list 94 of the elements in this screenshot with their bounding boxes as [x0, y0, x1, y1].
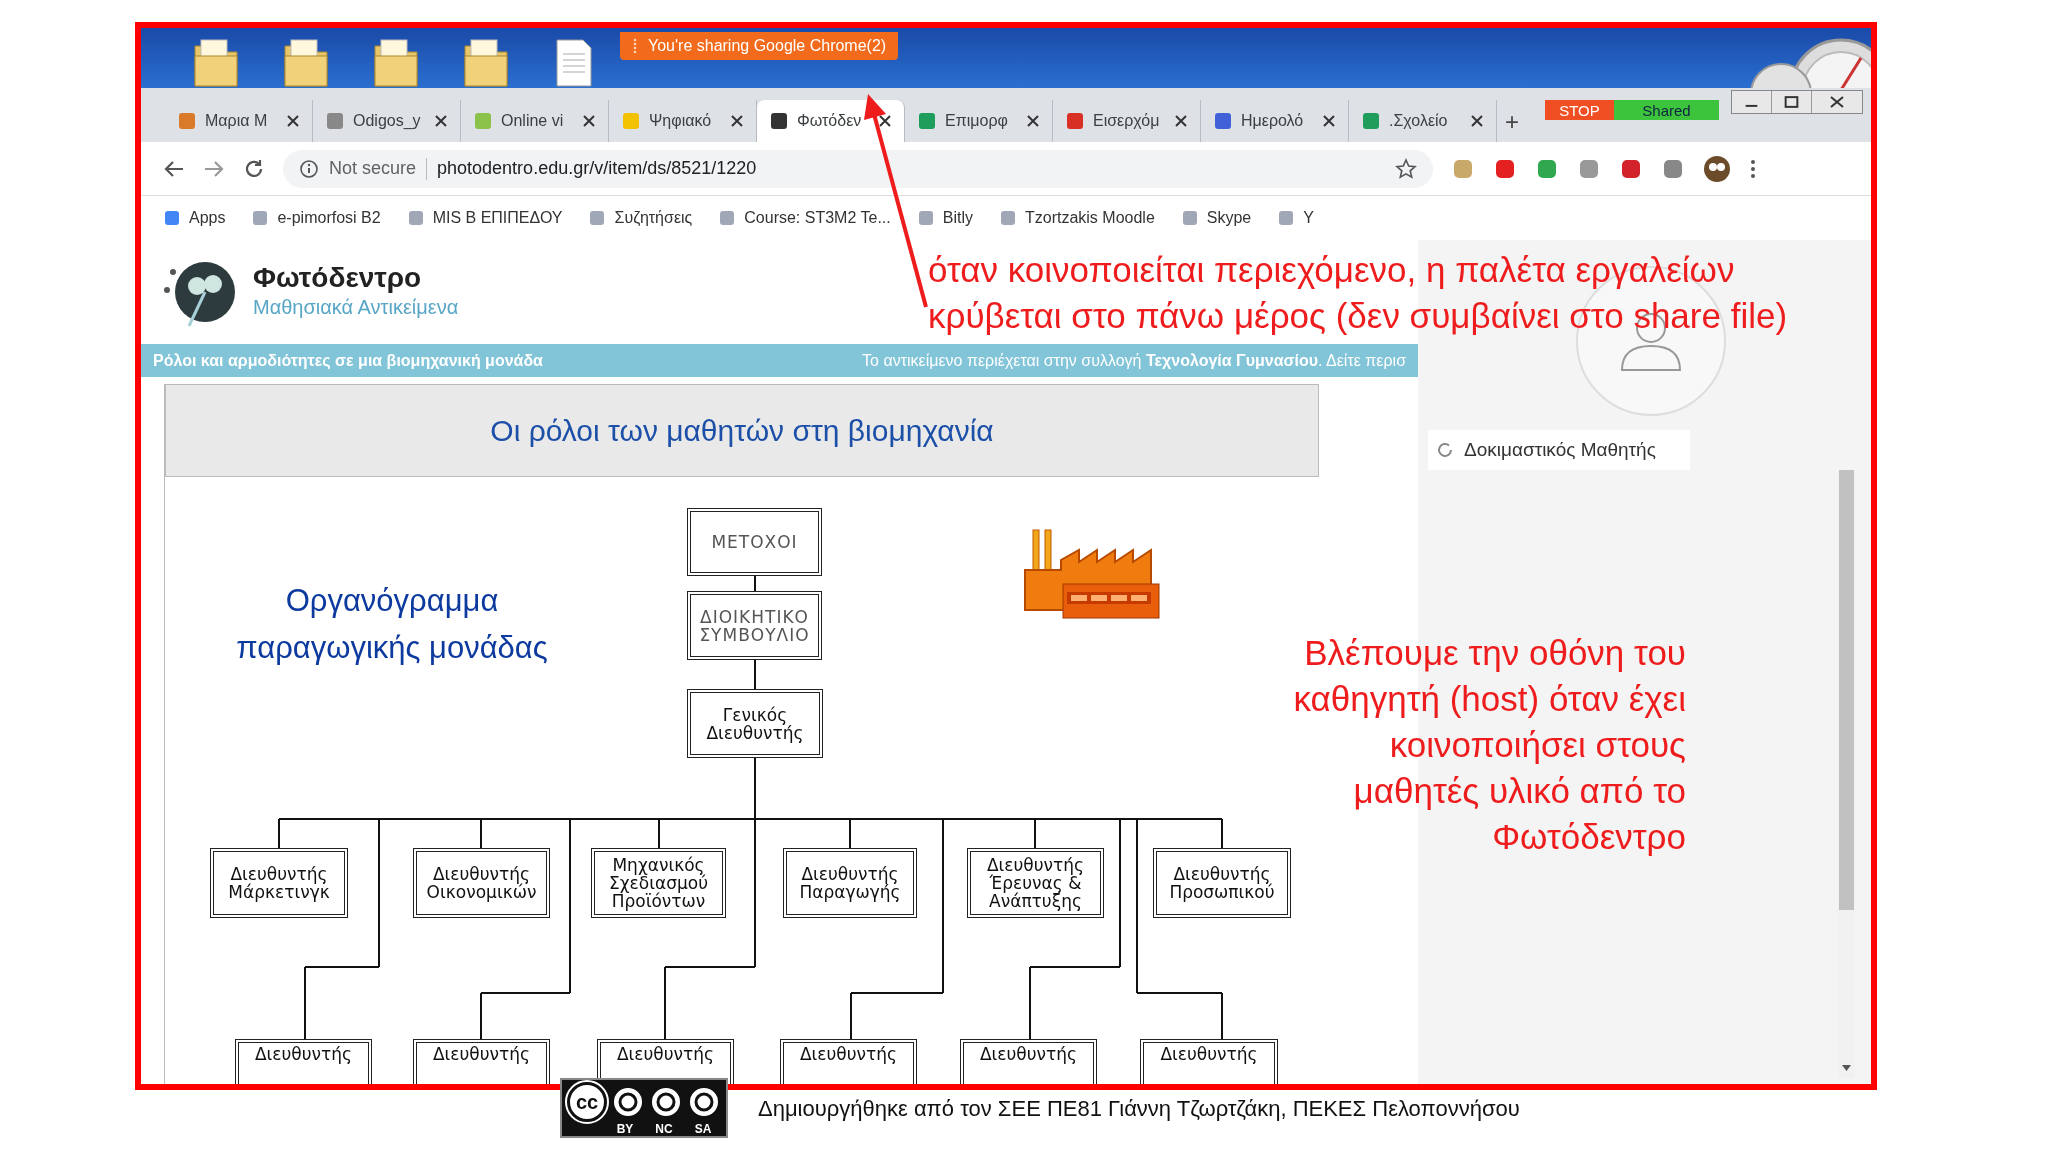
- folder-icon[interactable]: [461, 36, 511, 88]
- sharing-banner-text: You're sharing Google Chrome(2): [648, 36, 887, 56]
- license-label: NC: [655, 1122, 673, 1136]
- tab-favicon-icon: [177, 111, 197, 131]
- credit-text: Δημιουργήθηκε από τον ΣΕΕ ΠΕ81 Γιάννη Τζωρτζάκη, ΠΕΚΕΣ Πελοποννήσου: [758, 1094, 1520, 1123]
- tab-title: Μαρια Μ: [205, 111, 269, 131]
- security-label: Not secure: [329, 157, 417, 180]
- scrollbar-thumb[interactable]: [1839, 470, 1854, 910]
- new-tab-button[interactable]: +: [1505, 110, 1519, 134]
- close-icon[interactable]: [1174, 114, 1188, 128]
- shared-status-button[interactable]: Shared: [1614, 100, 1719, 120]
- bookmark-icon: [251, 209, 270, 227]
- tab-title: Online vi: [501, 111, 565, 131]
- folder-icon[interactable]: [191, 36, 241, 88]
- tab-favicon-icon: [917, 111, 937, 131]
- star-icon[interactable]: [1395, 157, 1417, 180]
- bookmark-icon: [718, 209, 737, 227]
- tab-favicon-icon: [1213, 111, 1233, 131]
- bookmark-link[interactable]: Course: ST3M2 Te...: [744, 206, 891, 230]
- close-icon[interactable]: [730, 114, 744, 128]
- item-title: Ρόλοι και αρμοδιότητες σε μια βιομηχανική μονάδα: [153, 350, 543, 371]
- reload-icon[interactable]: [243, 157, 265, 180]
- refresh-icon: [1436, 441, 1454, 459]
- tab-favicon-icon: [1065, 111, 1085, 131]
- folder-icon[interactable]: [371, 36, 421, 88]
- org-chart-node: Διευθυντής: [413, 1039, 550, 1084]
- org-chart-node: Διευθυντής: [960, 1039, 1097, 1084]
- tab-favicon-icon: [473, 111, 493, 131]
- org-chart-node: Διευθυντής: [235, 1039, 372, 1084]
- close-icon[interactable]: [286, 114, 300, 128]
- tab-title: Επιμορφ: [945, 111, 1009, 131]
- org-chart-node: ΔΙΟΙΚΗΤΙΚΟ ΣΥΜΒΟΥΛΙΟ: [687, 591, 822, 660]
- tab-favicon-icon: [325, 111, 345, 131]
- close-icon[interactable]: [582, 114, 596, 128]
- bookmark-icon: [406, 209, 425, 227]
- menu-icon[interactable]: [1749, 157, 1757, 180]
- bookmark-link[interactable]: Skype: [1206, 206, 1252, 230]
- apps-grid-icon: [163, 209, 181, 227]
- bookmark-icon: [916, 209, 935, 227]
- bookmark-link[interactable]: Tzortzakis Moodle: [1024, 206, 1155, 230]
- cc-mark: cc: [567, 1082, 607, 1122]
- participant-name: Δοκιμαστικός Μαθητής: [1464, 437, 1656, 462]
- bookmark-link[interactable]: MIS B ΕΠΙΠΕΔΟΥ: [432, 206, 563, 230]
- annotation-note: Βλέπουμε την οθόνη του καθηγητή (host) όταν έχει κοινοποιήσει στους μαθητές υλικό από το Φωτόδεντρο: [1293, 632, 1686, 858]
- slide-title: Οι ρόλοι των μαθητών στη βιομηχανία: [490, 413, 994, 449]
- close-icon[interactable]: [1026, 114, 1040, 128]
- bookmark-link[interactable]: Bitly: [942, 206, 973, 230]
- bookmark-icon: [1277, 209, 1296, 227]
- bookmark-link[interactable]: Συζητήσεις: [614, 206, 693, 230]
- org-chart-node: Γενικός Διευθυντής: [687, 689, 823, 758]
- bookmark-icon: [998, 209, 1017, 227]
- org-chart-node: Διευθυντής Παραγωγής: [783, 848, 917, 918]
- site-subtitle: Μαθησιακά Αντικείμενα: [253, 295, 459, 320]
- bookmark-link[interactable]: e-pimorfosi B2: [277, 206, 381, 230]
- grip-icon[interactable]: [632, 38, 638, 54]
- connector-line: [754, 575, 756, 592]
- stop-sharing-button[interactable]: STOP: [1545, 100, 1614, 120]
- browser-tab[interactable]: Φωτόδεν: [757, 100, 905, 142]
- org-chart-node: Διευθυντής: [780, 1039, 917, 1084]
- annotation-note: όταν κοινοποιείται περιεχόμενο, η παλέτα εργαλείων κρύβεται στο πάνω μέρος (δεν συμβαίνει στο share file): [928, 249, 1788, 337]
- url-text: photodentro.edu.gr/v/item/ds/8521/1220: [437, 157, 758, 180]
- tab-title: Ψηφιακό: [649, 111, 713, 131]
- org-chart-node: Διευθυντής Προσωπικού: [1153, 848, 1291, 918]
- collection-note: Το αντικείμενο περιέχεται στην συλλογή Τεχνολογία Γυμνασίου. Δείτε περισ: [862, 350, 1406, 371]
- close-icon[interactable]: [878, 114, 892, 128]
- chart-heading: Οργανόγραμμα παραγωγικής μονάδας: [235, 582, 549, 667]
- tab-title: Φωτόδεν: [797, 111, 863, 131]
- license-label: SA: [694, 1122, 712, 1136]
- bookmark-link[interactable]: Y: [1303, 206, 1314, 230]
- bookmark-icon: [1180, 209, 1199, 227]
- org-chart-node: Διευθυντής Έρευνας & Ανάπτυξης: [967, 848, 1104, 918]
- close-icon[interactable]: [1470, 114, 1484, 128]
- org-chart-node: Διευθυντής: [1140, 1039, 1278, 1084]
- tab-favicon-icon: [769, 111, 789, 131]
- close-icon[interactable]: [1322, 114, 1336, 128]
- connector-line: [754, 659, 756, 690]
- org-chart-node: ΜΕΤΟΧΟΙ: [687, 508, 822, 576]
- tab-favicon-icon: [1361, 111, 1381, 131]
- license-label: BY: [616, 1122, 634, 1136]
- bookmark-link[interactable]: Apps: [189, 206, 226, 230]
- tab-title: Εισερχόμ: [1093, 111, 1161, 131]
- tab-title: Odigos_y: [353, 111, 422, 131]
- folder-icon[interactable]: [281, 36, 331, 88]
- org-chart-node: Διευθυντής Οικονομικών: [413, 848, 550, 918]
- bookmark-icon: [588, 209, 607, 227]
- close-icon[interactable]: [434, 114, 448, 128]
- site-title: Φωτόδεντρο: [253, 261, 423, 295]
- tab-title: Ημερολό: [1241, 111, 1305, 131]
- org-chart-node: Διευθυντής Μάρκετινγκ: [210, 848, 348, 918]
- org-chart-node: Μηχανικός Σχεδιασμού Προϊόντων: [591, 848, 726, 918]
- tab-favicon-icon: [621, 111, 641, 131]
- tab-title: .Σχολείο: [1389, 111, 1449, 131]
- address-field[interactable]: Not secure photodentro.edu.gr/v/item/ds/8521/1220: [283, 149, 1433, 188]
- info-icon: [299, 158, 319, 179]
